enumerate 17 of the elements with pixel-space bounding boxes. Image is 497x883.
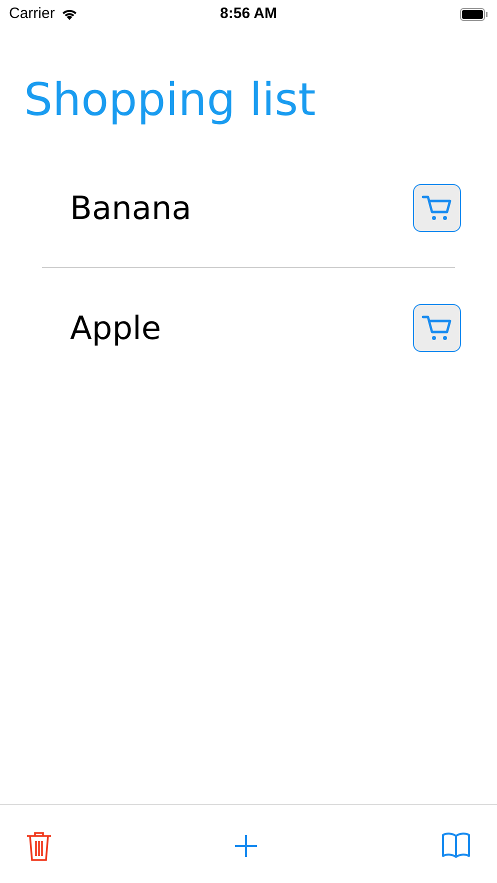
battery-icon — [460, 8, 488, 20]
item-name: Banana — [70, 188, 192, 228]
item-name: Apple — [70, 308, 162, 349]
wifi-icon — [60, 8, 78, 20]
plus-icon — [234, 834, 258, 858]
carrier-label: Carrier — [9, 4, 55, 24]
page-title: Shopping list — [24, 72, 317, 128]
delete-button[interactable] — [26, 831, 52, 861]
add-button[interactable] — [234, 833, 260, 859]
trash-icon — [26, 831, 52, 861]
add-to-cart-button[interactable] — [413, 184, 461, 232]
clock-time: 8:56 AM — [220, 4, 277, 24]
add-to-cart-button[interactable] — [413, 304, 461, 352]
bookmarks-button[interactable] — [441, 831, 473, 859]
book-icon — [441, 831, 471, 859]
cart-icon — [421, 314, 453, 342]
cart-icon — [421, 194, 453, 222]
